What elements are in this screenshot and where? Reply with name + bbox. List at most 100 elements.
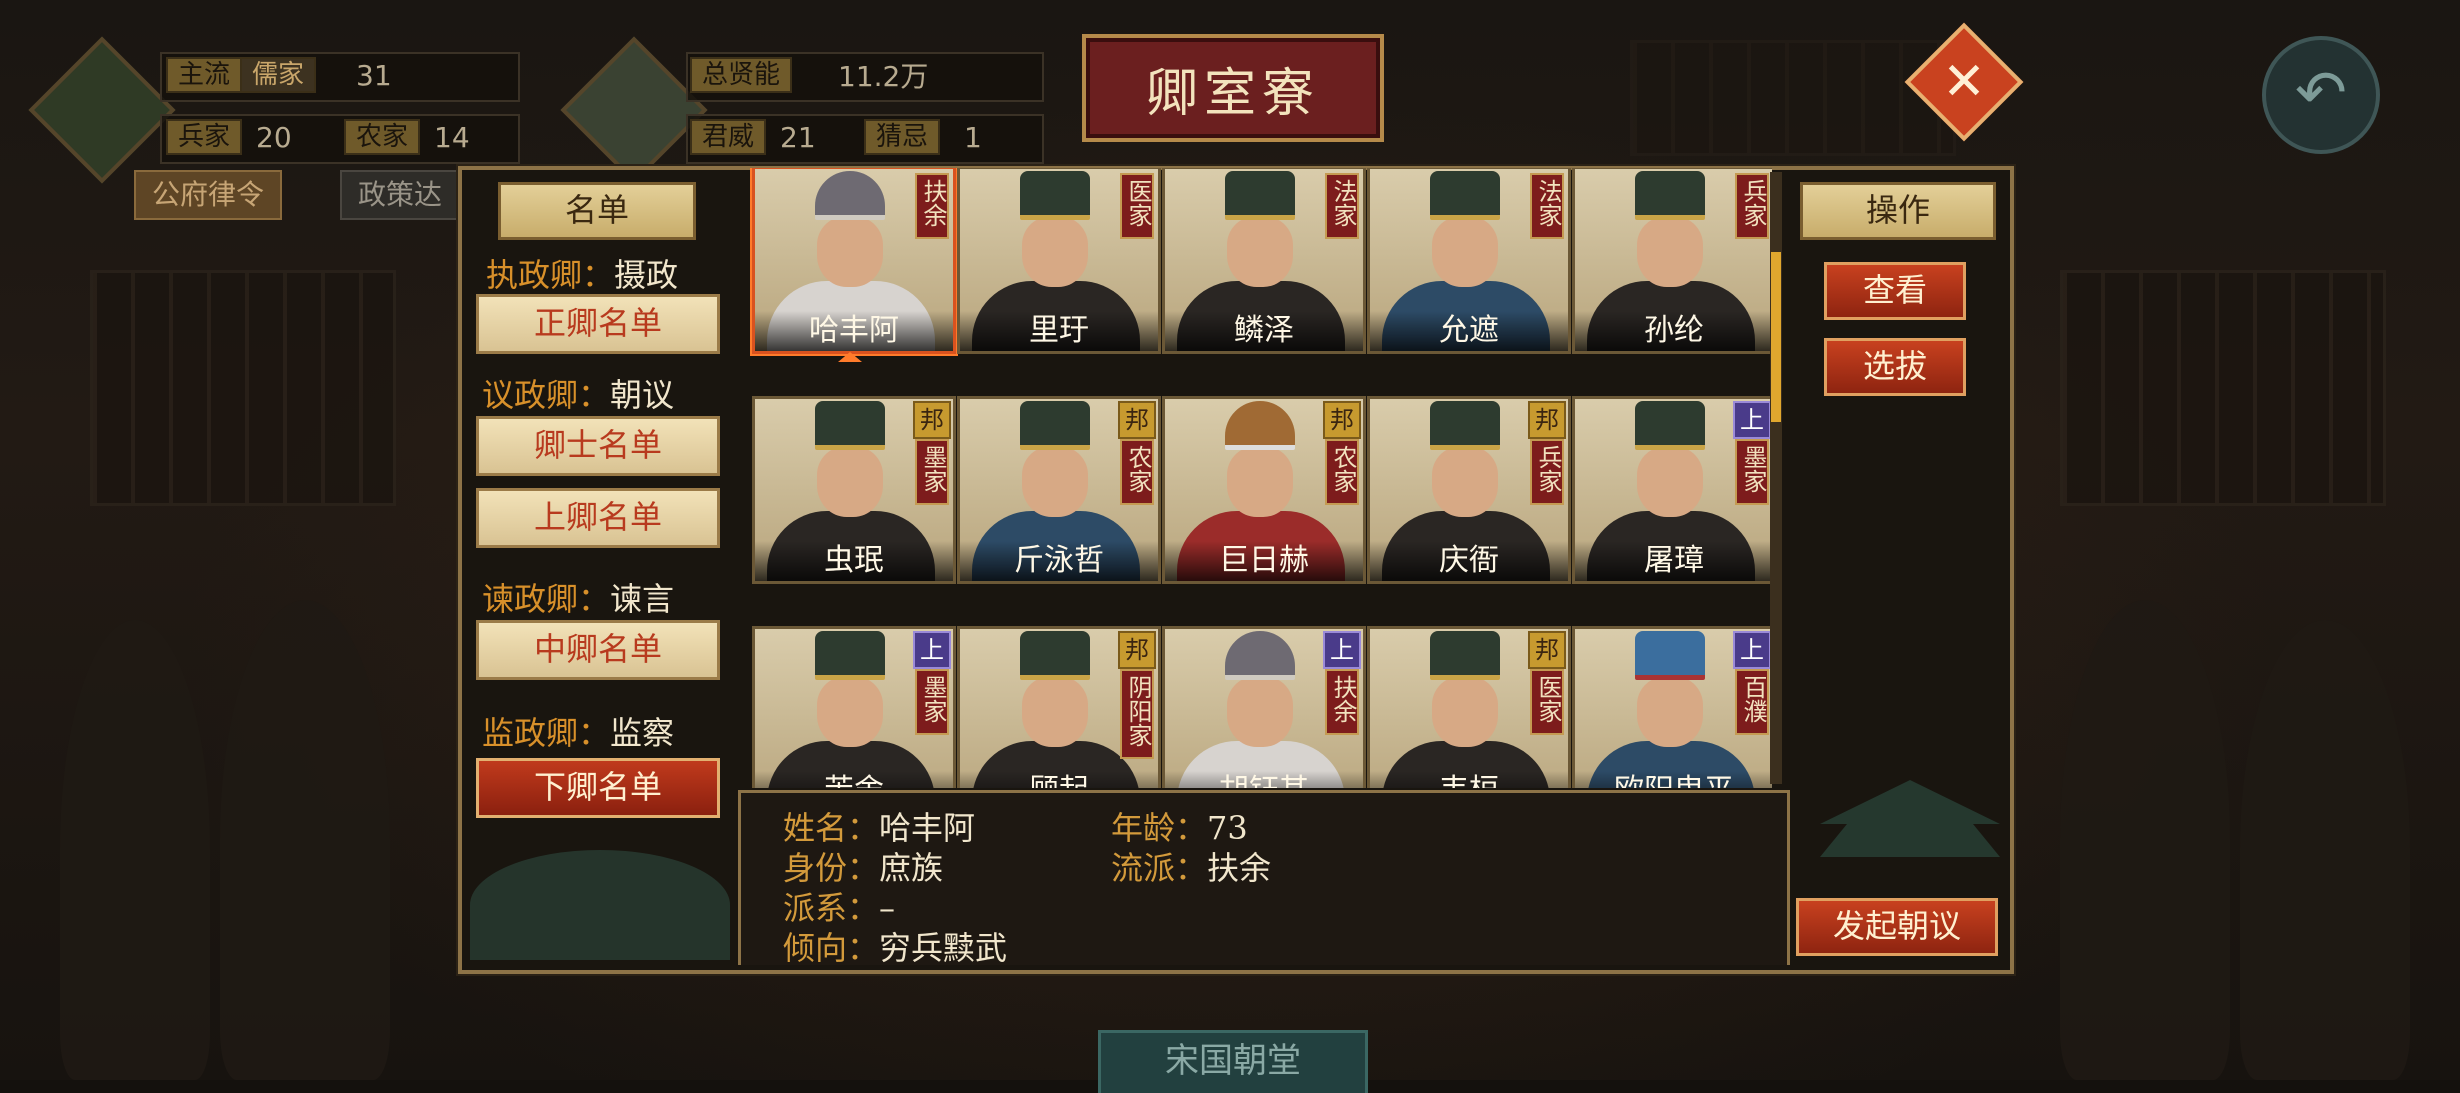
bing-value: 20 (256, 120, 292, 154)
portrait-face (1022, 447, 1088, 517)
school-tag: 医家 (1120, 173, 1154, 239)
portrait-face (1432, 677, 1498, 747)
official-name: 里玗 (960, 311, 1158, 351)
official-name: 苦舍 (755, 771, 953, 788)
rank-badge: 上 (1733, 631, 1771, 669)
background-figure (220, 600, 390, 1080)
school-tag: 兵家 (1735, 173, 1769, 239)
school-tag: 农家 (1120, 439, 1154, 505)
official-name: 庆衙 (1370, 541, 1568, 581)
official-card[interactable]: 上墨家 屠璋 (1572, 396, 1772, 584)
bing-label: 兵家 (166, 119, 243, 155)
portrait-hat (1020, 631, 1090, 680)
xiaqing-list-button[interactable]: 下卿名单 (476, 758, 720, 818)
official-card[interactable]: 上扶余胡钰其 (1162, 626, 1366, 788)
rank-badge: 上 (1733, 401, 1771, 439)
official-card[interactable]: 医家里玗 (957, 168, 1161, 354)
main-label: 主流 (166, 57, 243, 93)
portrait-face (817, 217, 883, 287)
info-value: 庶族 (879, 849, 944, 887)
portrait-hat (1225, 631, 1295, 680)
role-jianzheng: 谏政卿：谏言 (482, 574, 674, 620)
background-figure (2060, 600, 2230, 1080)
junwei-label: 君威 (690, 119, 767, 155)
role-value: 朝议 (610, 376, 675, 414)
song-court-tab[interactable]: 宋国朝堂 (1098, 1030, 1368, 1093)
select-button[interactable]: 选拔 (1824, 338, 1966, 396)
role-label: 谏政卿： (482, 580, 611, 618)
school-tag: 兵家 (1530, 439, 1564, 505)
view-button[interactable]: 查看 (1824, 262, 1966, 320)
portrait-face (1227, 447, 1293, 517)
official-card[interactable]: 邦阴阳家顾起 (957, 626, 1161, 788)
back-arrow-icon: ↶ (2295, 56, 2347, 129)
roster-header: 名单 (498, 182, 696, 240)
rank-badge: 邦 (913, 401, 951, 439)
rank-badge: 上 (913, 631, 951, 669)
portrait-hat (1020, 171, 1090, 220)
info-value: 哈丰阿 (879, 809, 976, 847)
info-key: 身份： (783, 849, 880, 887)
jiji-stat: 猜忌 1 (864, 117, 982, 157)
zhengqing-list-button[interactable]: 正卿名单 (476, 294, 720, 354)
window-lattice (2060, 270, 2386, 506)
role-label: 监政卿： (482, 714, 611, 752)
junwei-value: 21 (780, 120, 816, 154)
role-value: 谏言 (610, 580, 675, 618)
info-key: 倾向： (783, 929, 880, 967)
scrollbar-thumb[interactable] (1771, 252, 1781, 422)
school-tag: 医家 (1530, 669, 1564, 735)
nong-label: 农家 (344, 119, 421, 155)
qingshi-list-button[interactable]: 卿士名单 (476, 416, 720, 476)
school-tag: 墨家 (915, 439, 949, 505)
portrait-face (1227, 677, 1293, 747)
grid-scrollbar[interactable] (1770, 172, 1782, 784)
info-value: – (879, 889, 896, 927)
school-tag: 法家 (1530, 173, 1564, 239)
info-key: 姓名： (783, 809, 880, 847)
official-card[interactable]: 邦兵家 庆衙 (1367, 396, 1571, 584)
zhongqing-list-button[interactable]: 中卿名单 (476, 620, 720, 680)
official-name: 巨日赫 (1165, 541, 1363, 581)
close-icon: ✕ (1942, 52, 1986, 112)
portrait-face (1022, 217, 1088, 287)
official-card[interactable]: 邦农家 斤泳哲 (957, 396, 1161, 584)
role-value: 监察 (610, 714, 675, 752)
official-card[interactable]: 法家 鳞泽 (1162, 168, 1366, 354)
official-card[interactable]: 兵家 孙纶 (1572, 168, 1772, 354)
main-school-stat: 主流 儒家 31 (166, 55, 392, 95)
portrait-face (817, 447, 883, 517)
rank-badge: 邦 (1118, 631, 1156, 669)
official-card[interactable]: 法家 允遮 (1367, 168, 1571, 354)
official-name: 哈丰阿 (755, 311, 953, 351)
portrait-face (1227, 217, 1293, 287)
info-school: 流派：扶余 (1111, 843, 1271, 889)
background-figure (60, 620, 210, 1080)
official-name: 韦桓 (1370, 771, 1568, 788)
official-grid: 扶余 哈丰阿 医家 里玗 法家 鳞泽 法家 允遮 兵家 孙纶邦墨家 虫珉邦农家 斤泳哲邦农家 巨日赫邦兵… (748, 168, 1772, 788)
info-key: 派系： (783, 889, 880, 927)
official-card[interactable]: 邦农家 巨日赫 (1162, 396, 1366, 584)
info-tendency: 倾向：穷兵黩武 (783, 923, 1007, 969)
official-card[interactable]: 邦墨家 虫珉 (752, 396, 956, 584)
start-court-button[interactable]: 发起朝议 (1796, 898, 1998, 956)
total-stat: 总贤能 11.2万 (690, 55, 928, 95)
gongfu-button[interactable]: 公府律令 (134, 170, 283, 220)
page-title-text: 卿室寮 (1145, 63, 1320, 124)
portrait-face (1637, 447, 1703, 517)
portrait-hat (815, 401, 885, 450)
official-name: 欧阳曳平 (1575, 771, 1772, 788)
back-button[interactable]: ↶ (2262, 36, 2380, 154)
shangqing-list-button[interactable]: 上卿名单 (476, 488, 720, 548)
official-card[interactable]: 上百濮欧阳曳平 (1572, 626, 1772, 788)
portrait-hat (815, 631, 885, 680)
school-tag: 法家 (1325, 173, 1359, 239)
rank-badge: 邦 (1323, 401, 1361, 439)
background-figure (2240, 620, 2410, 1080)
portrait-hat (1635, 631, 1705, 680)
main-value: 31 (356, 58, 392, 92)
role-label: 议政卿： (482, 376, 611, 414)
official-card[interactable]: 上墨家苦舍 (752, 626, 956, 788)
official-card[interactable]: 扶余 哈丰阿 (752, 168, 956, 354)
official-card[interactable]: 邦医家韦桓 (1367, 626, 1571, 788)
